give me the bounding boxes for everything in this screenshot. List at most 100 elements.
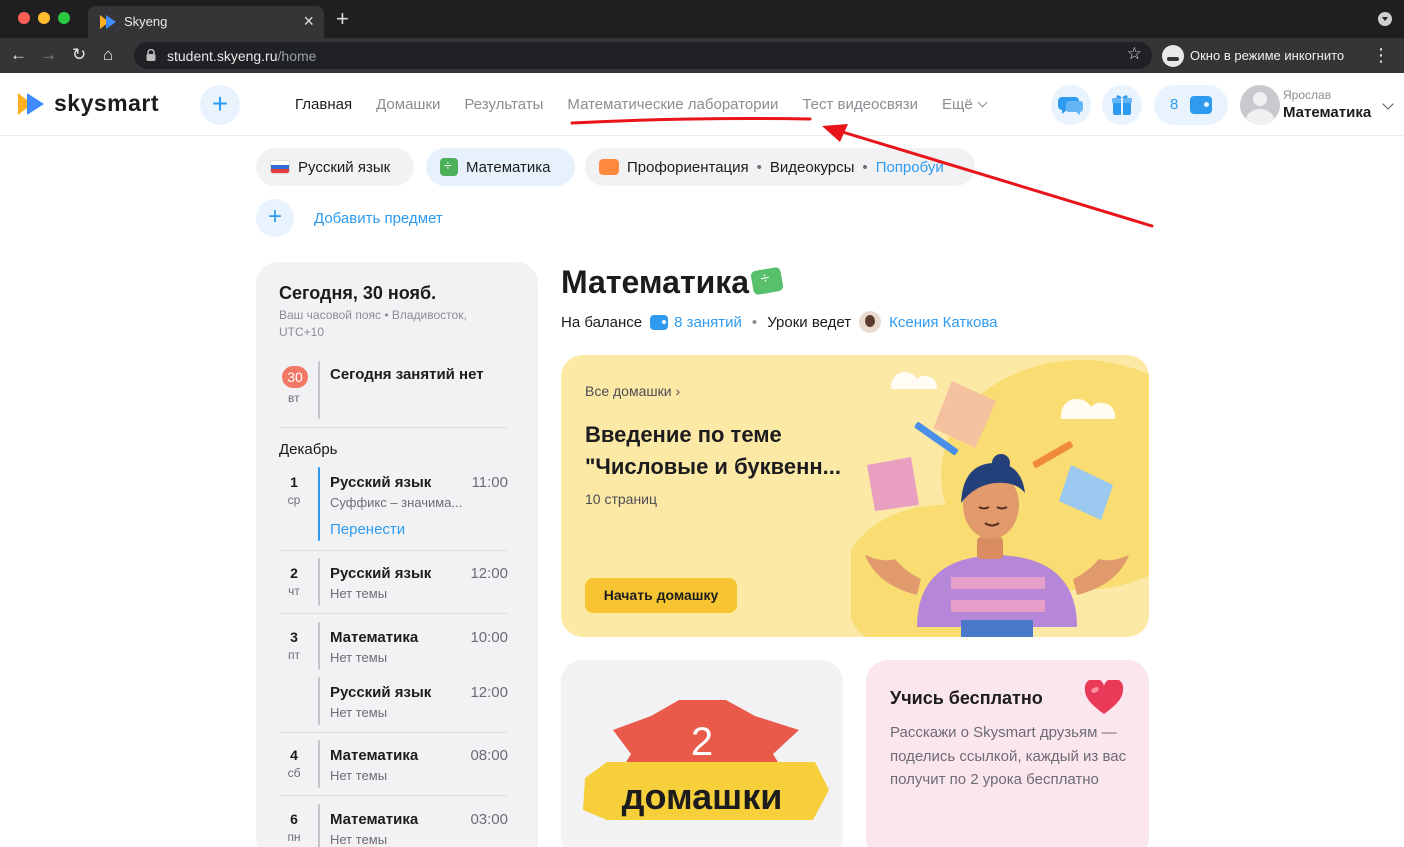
url-host: student.skyeng.ru [167,48,278,64]
skyeng-favicon-icon [100,15,116,29]
reload-icon[interactable]: ↻ [72,44,86,66]
lesson-topic: Суффикс – значима... [330,495,463,510]
url-path: /home [277,48,317,64]
incognito-indicator[interactable]: Окно в режиме инкогнито [1162,43,1344,68]
day-bar [318,740,320,788]
math-icon [750,266,784,296]
browser-tab-strip: Skyeng × + [0,0,1404,38]
schedule-title: Сегодня, 30 нояб. [279,283,437,303]
teacher-link[interactable]: Ксения Каткова [889,314,997,331]
day-weekday: сб [287,766,301,780]
divider [279,427,508,428]
tab-search-icon[interactable] [1378,12,1392,26]
all-homework-link[interactable]: Все домашки › [585,383,680,399]
lesson-topic: Нет темы [330,586,388,601]
add-subject-link[interactable]: Добавить предмет [314,210,443,227]
month-label: Декабрь [279,441,338,458]
lesson-time: 10:00 [470,629,508,646]
russia-flag-icon [270,160,290,174]
forward-arrow-icon[interactable]: → [40,44,57,66]
day-bar-active [318,467,320,541]
teacher-label: Уроки ведет [767,313,852,331]
lesson-subject[interactable]: Математика [330,747,418,764]
day-number: 1 [290,474,298,490]
balance-button[interactable]: 8 [1154,85,1228,125]
user-avatar[interactable] [1240,85,1280,125]
chat-button[interactable] [1051,85,1091,125]
day-bar [318,558,320,606]
divider [279,795,508,796]
no-lessons-text: Сегодня занятий нет [330,366,484,383]
bookmark-star-icon[interactable]: ☆ [1127,44,1142,64]
lesson-subject[interactable]: Математика [330,811,418,828]
window-zoom-button[interactable] [58,12,70,24]
day-bar [318,804,320,847]
subject-chip-career[interactable]: Профориентация • Видеокурсы • Попробуй [585,148,975,186]
day-bar [318,622,320,670]
window-close-button[interactable] [18,12,30,24]
divider [279,550,508,551]
balance-label: На балансе [561,313,643,331]
nav-item-home[interactable]: Главная [295,96,352,113]
homework-title: Введение по теме "Числовые и буквенн... [585,422,841,479]
user-menu-chevron-icon[interactable] [1382,98,1394,110]
logo-text: skysmart [54,90,160,116]
add-button[interactable]: + [200,85,240,125]
lesson-subject[interactable]: Русский язык [330,565,431,582]
day-weekday: чт [288,584,300,598]
try-link[interactable]: Попробуй [876,159,944,176]
balance-link[interactable]: 8 занятий [674,314,742,331]
chat-bubbles-icon [1058,97,1083,115]
user-subject[interactable]: Математика [1283,104,1371,121]
reschedule-link[interactable]: Перенести [330,521,405,538]
gift-button[interactable] [1102,85,1142,125]
day-number: 4 [290,747,298,763]
referral-card[interactable]: Учись бесплатно Расскажи о Skysmart друз… [866,660,1149,847]
new-tab-button[interactable]: + [336,7,349,31]
nav-item-homework[interactable]: Домашки [376,96,440,113]
divider [279,732,508,733]
math-icon [440,157,458,176]
window-minimize-button[interactable] [38,12,50,24]
nav-item-results[interactable]: Результаты [464,96,543,113]
address-bar[interactable]: student.skyeng.ru/home ☆ [134,42,1152,69]
browser-menu-icon[interactable]: ⋮ [1372,44,1390,66]
separator-dot: • [751,313,758,331]
main-nav: Главная Домашки Результаты Математически… [295,96,988,113]
nav-item-video-test[interactable]: Тест видеосвязи [802,96,918,113]
homework-count-card[interactable]: 2 домашки [561,660,843,847]
subject-chip-math[interactable]: Математика [426,148,575,186]
back-arrow-icon[interactable]: ← [10,44,27,66]
start-homework-button[interactable]: Начать домашку [585,578,737,613]
day-weekday: пт [288,648,300,662]
lesson-topic: Нет темы [330,650,388,665]
skysmart-logo[interactable]: skysmart [18,90,159,117]
lesson-subject[interactable]: Математика [330,629,418,646]
nav-item-math-labs[interactable]: Математические лаборатории [567,96,778,113]
schedule-timezone: Ваш часовой пояс • Владивосток, UTC+10 [279,308,467,339]
balance-count: 8 [1170,96,1179,113]
lesson-subject[interactable]: Русский язык [330,684,431,701]
lesson-time: 08:00 [470,747,508,764]
home-icon[interactable]: ⌂ [103,44,113,66]
tab-close-icon[interactable]: × [303,11,314,31]
subject-chip-russian[interactable]: Русский язык [256,148,414,186]
briefcase-icon [599,159,619,175]
user-name: Ярослав [1283,88,1332,102]
tab-title: Skyeng [124,14,168,29]
browser-tab-skyeng[interactable]: Skyeng × [88,6,324,38]
lesson-time: 12:00 [470,684,508,701]
chevron-down-icon [977,97,988,108]
homework-count-number: 2 [690,720,714,764]
add-subject-button[interactable]: + [256,199,294,237]
day-number: 6 [290,811,298,827]
url-text: student.skyeng.ru/home [167,48,316,64]
referral-title: Учись бесплатно [890,688,1043,708]
day-weekday: пн [287,830,301,844]
homework-card[interactable]: Все домашки › Введение по теме "Числовые… [561,355,1149,637]
day-bar [318,677,320,725]
nav-item-more[interactable]: Ещё [942,96,988,113]
lesson-time: 11:00 [471,474,508,491]
site-header: skysmart + Главная Домашки Результаты Ма… [0,73,1404,136]
lesson-subject[interactable]: Русский язык [330,474,431,491]
